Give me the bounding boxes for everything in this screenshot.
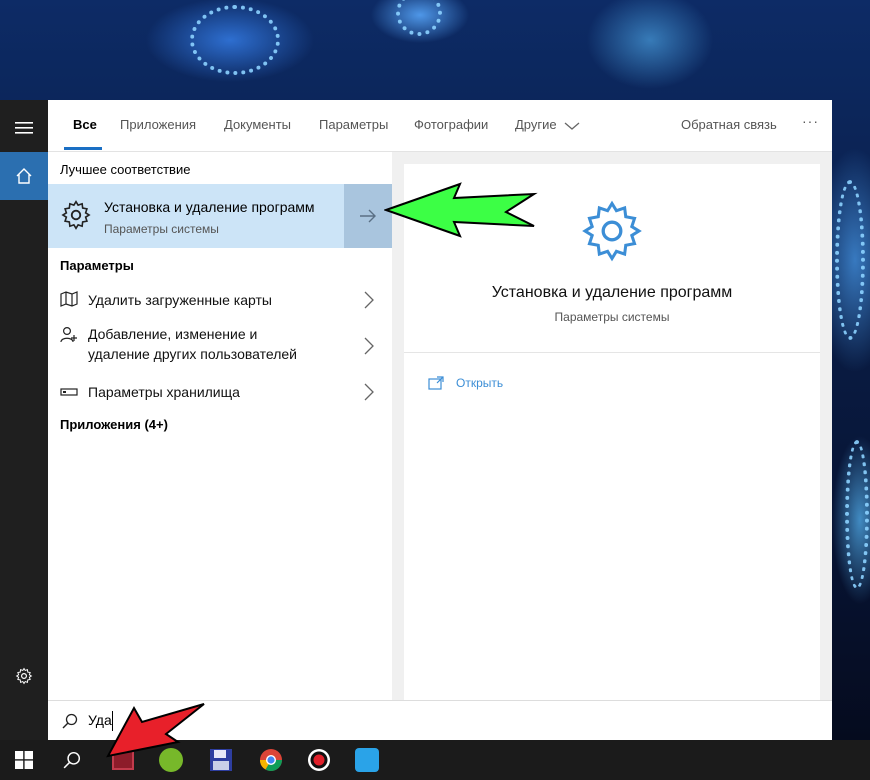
blue-app-icon <box>355 748 379 772</box>
best-match-title: Установка и удаление программ <box>104 199 315 215</box>
open-icon <box>428 376 444 390</box>
taskbar-app-recorder[interactable] <box>296 740 342 780</box>
home-button[interactable] <box>0 152 48 200</box>
apps-heading[interactable]: Приложения (4+) <box>60 417 168 432</box>
gear-icon <box>582 200 642 262</box>
annotation-arrow-red <box>106 703 205 758</box>
list-item-label: Удалить загруженные карты <box>88 292 272 308</box>
search-icon <box>63 751 81 769</box>
wallpaper-glow <box>396 0 442 36</box>
list-item-label: Параметры хранилища <box>88 384 240 400</box>
list-item[interactable]: Удалить загруженные карты <box>48 284 392 316</box>
tab-apps[interactable]: Приложения <box>120 117 196 132</box>
chevron-right-icon <box>364 383 374 401</box>
tab-settings[interactable]: Параметры <box>319 117 388 132</box>
tab-more[interactable]: Другие <box>515 117 580 132</box>
taskbar-search-button[interactable] <box>48 740 96 780</box>
gear-icon <box>15 667 33 685</box>
open-link[interactable]: Открыть <box>456 376 503 390</box>
arrow-right-icon <box>360 209 376 223</box>
chevron-right-icon <box>364 337 374 355</box>
tab-all[interactable]: Все <box>73 117 97 132</box>
home-icon <box>16 168 32 184</box>
chrome-icon <box>260 749 282 771</box>
preview-subtitle: Параметры системы <box>554 310 670 324</box>
wallpaper-glow <box>835 180 865 340</box>
start-left-rail <box>0 100 48 740</box>
storage-icon <box>60 388 78 396</box>
preview-pane: Установка и удаление программ Параметры … <box>404 164 820 700</box>
gear-icon <box>61 200 91 230</box>
annotation-arrow-green <box>384 182 538 238</box>
settings-button[interactable] <box>0 652 48 700</box>
hamburger-menu-button[interactable] <box>0 104 48 152</box>
active-tab-indicator <box>64 147 102 150</box>
best-match-subtitle: Параметры системы <box>104 222 219 236</box>
list-item-label-line2: удаление других пользователей <box>88 346 297 362</box>
record-icon <box>308 749 330 771</box>
wallpaper-glow <box>845 440 869 590</box>
taskbar-app-chrome[interactable] <box>248 740 294 780</box>
tab-more-label: Другие <box>515 117 557 132</box>
chevron-down-icon <box>564 122 580 130</box>
best-match-result[interactable]: Установка и удаление программ Параметры … <box>48 184 344 248</box>
list-item-label: Добавление, изменение и <box>88 326 258 342</box>
start-button[interactable] <box>0 740 48 780</box>
chevron-right-icon <box>364 291 374 309</box>
tab-photos[interactable]: Фотографии <box>414 117 488 132</box>
wallpaper-glow <box>190 5 280 75</box>
preview-title: Установка и удаление программ <box>491 284 733 301</box>
search-icon <box>62 713 78 729</box>
settings-heading: Параметры <box>60 258 134 273</box>
tab-documents[interactable]: Документы <box>224 117 291 132</box>
list-item[interactable]: Параметры хранилища <box>48 376 392 408</box>
more-options-button[interactable]: ··· <box>802 113 819 129</box>
windows-logo-icon <box>15 751 33 769</box>
map-icon <box>60 291 78 307</box>
taskbar-app-blue[interactable] <box>344 740 390 780</box>
hamburger-icon <box>15 122 33 134</box>
filter-tabs: Все Приложения Документы Параметры Фотог… <box>48 100 832 152</box>
results-list: Лучшее соответствие Установка и удаление… <box>48 152 392 700</box>
add-user-icon <box>60 326 77 343</box>
best-match-heading: Лучшее соответствие <box>60 162 191 177</box>
list-item[interactable]: Добавление, изменение и удаление других … <box>48 322 392 370</box>
feedback-link[interactable]: Обратная связь <box>681 117 777 132</box>
preview-divider <box>404 352 820 353</box>
